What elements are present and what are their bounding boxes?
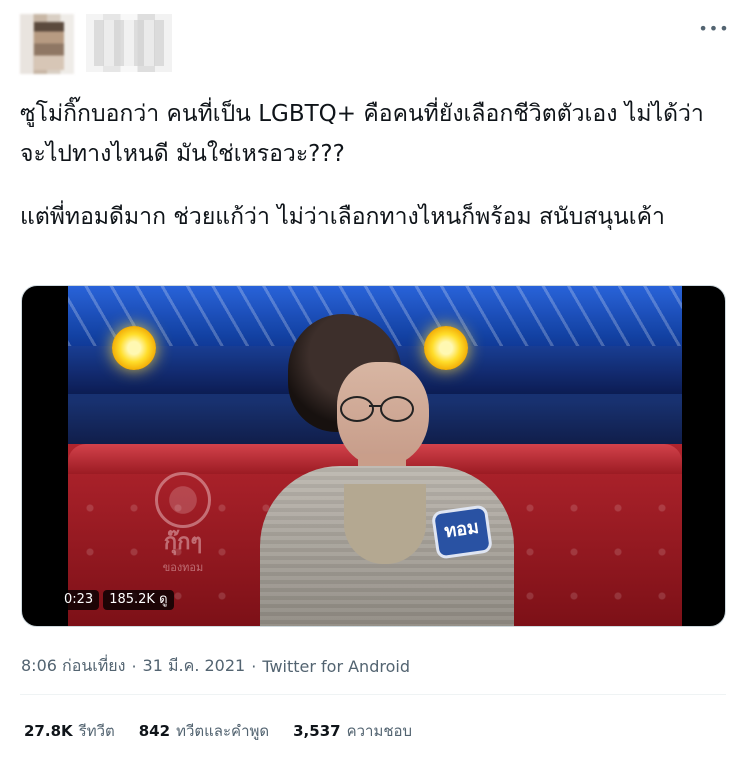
divider — [20, 694, 726, 695]
retweets-label: รีทวีต — [78, 722, 115, 740]
video-overlay: 0:23 185.2K ดู — [58, 590, 174, 610]
retweets-stat[interactable]: 27.8K รีทวีต — [24, 719, 115, 743]
tweet: ••• ซูโม่กิ๊กบอกว่า คนที่เป็น LGBTQ+ คือ… — [0, 0, 746, 759]
retweets-value: 27.8K — [24, 722, 73, 740]
likes-value: 3,537 — [293, 722, 341, 740]
video-media[interactable]: กุ๊กๆ ของทอม ทอม 0:23 185.2K ดู — [21, 285, 726, 627]
tweet-time[interactable]: 8:06 ก่อนเที่ยง — [21, 654, 125, 679]
more-options-button[interactable]: ••• — [698, 16, 728, 40]
avatar[interactable] — [20, 14, 74, 74]
separator-dot: · — [131, 657, 137, 676]
likes-label: ความชอบ — [346, 722, 413, 740]
tweet-client[interactable]: Twitter for Android — [262, 657, 410, 676]
shirt — [344, 484, 426, 564]
tweet-paragraph-2: แต่พี่ทอมดีมาก ช่วยแก้ว่า ไม่ว่าเลือกทาง… — [20, 203, 665, 230]
stage-light-left — [112, 326, 156, 370]
name-tag: ทอม — [430, 504, 494, 560]
quotes-label: ทวีตและคำพูด — [176, 722, 270, 740]
watermark-logo: กุ๊กๆ ของทอม — [136, 472, 230, 592]
video-frame[interactable]: กุ๊กๆ ของทอม ทอม — [68, 286, 682, 626]
more-horizontal-icon: ••• — [698, 18, 730, 38]
tweet-date[interactable]: 31 มี.ค. 2021 — [143, 654, 246, 679]
video-duration: 0:23 — [58, 590, 100, 610]
tweet-text: ซูโม่กิ๊กบอกว่า คนที่เป็น LGBTQ+ คือคนที… — [20, 94, 726, 237]
watermark-bottom-text: ของทอม — [162, 561, 204, 574]
quotes-value: 842 — [138, 722, 171, 740]
quotes-stat[interactable]: 842 ทวีตและคำพูด — [139, 719, 269, 743]
watermark-circle — [155, 472, 211, 528]
tweet-metadata: 8:06 ก่อนเที่ยง · 31 มี.ค. 2021 · Twitte… — [21, 654, 410, 679]
person-in-video: ทอม — [242, 314, 532, 626]
glasses-icon — [340, 396, 438, 422]
likes-stat[interactable]: 3,537 ความชอบ — [293, 719, 412, 743]
video-views: 185.2K ดู — [109, 592, 168, 607]
tweet-paragraph-1: ซูโม่กิ๊กบอกว่า คนที่เป็น LGBTQ+ คือคนที… — [20, 101, 704, 168]
tweet-stats: 27.8K รีทวีต 842 ทวีตและคำพูด 3,537 ความ… — [24, 719, 412, 743]
video-time: 0:23 — [64, 592, 94, 607]
video-view-count: 185.2K ดู — [103, 590, 174, 610]
separator-dot: · — [251, 657, 257, 676]
blurred-user-name[interactable] — [86, 14, 172, 72]
watermark-top-text: กุ๊กๆ — [163, 530, 203, 555]
